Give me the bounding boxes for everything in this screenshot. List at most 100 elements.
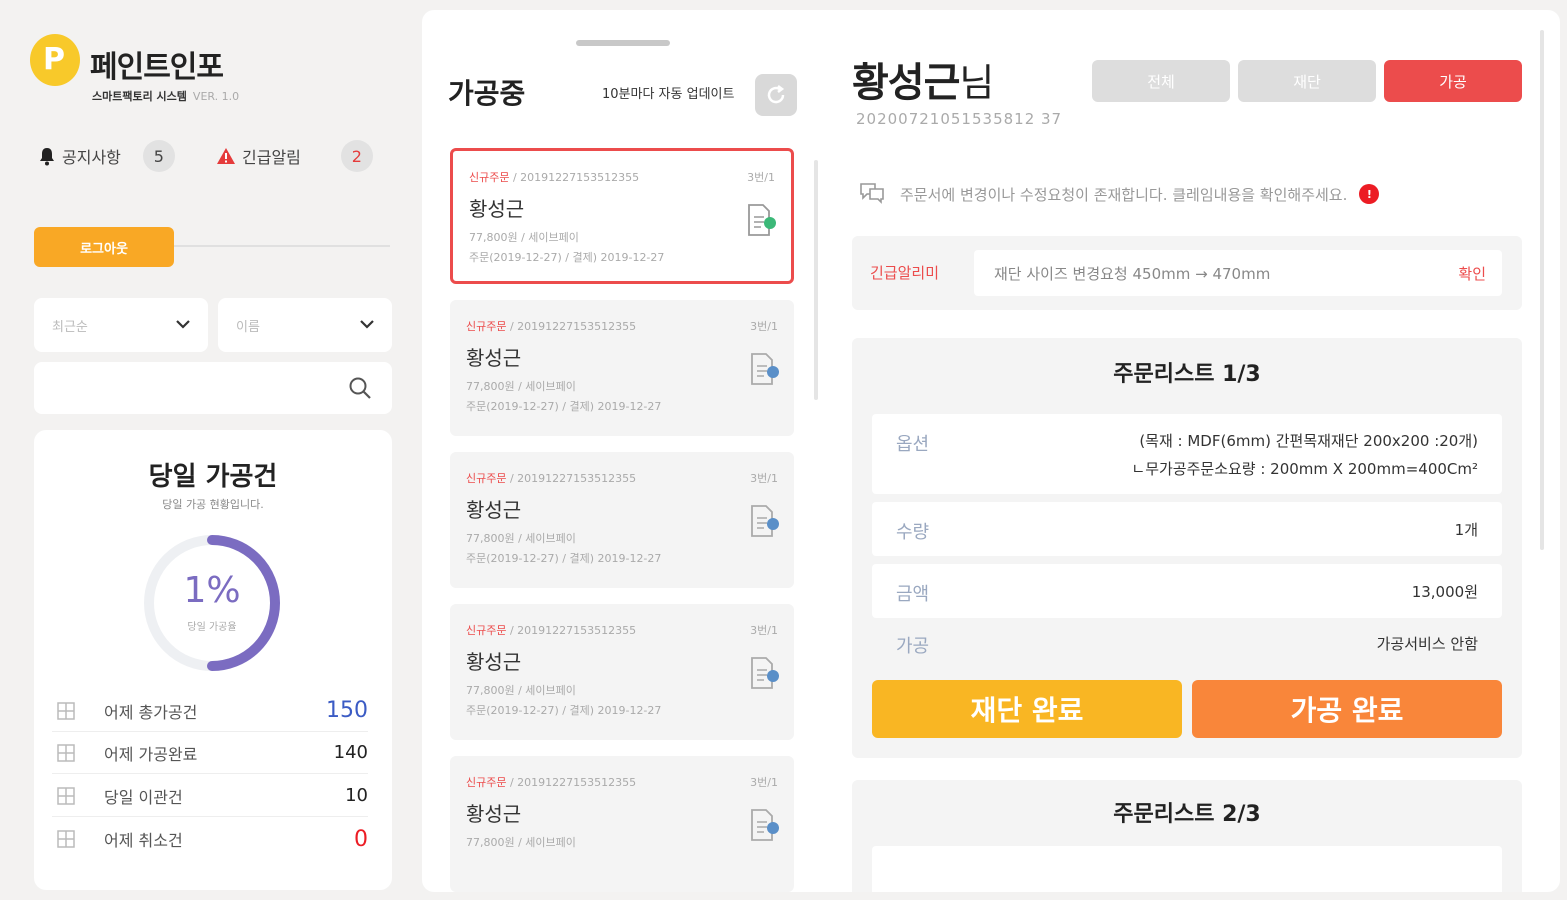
option-line-1: (목재 : MDF(6mm) 간편목재재단 200x200 :20개): [1139, 432, 1478, 450]
auto-update-text: 10분마다 자동 업데이트: [602, 87, 735, 102]
order-tag: 신규주문: [466, 472, 507, 485]
drag-handle[interactable]: [576, 40, 670, 46]
search-icon[interactable]: [348, 376, 372, 404]
tab-all[interactable]: 전체: [1092, 60, 1230, 102]
stat-row-yesterday-cancel: 어제 취소건 0: [52, 818, 368, 860]
stat-value: 10: [345, 785, 368, 806]
tab-cut[interactable]: 재단: [1238, 60, 1376, 102]
daily-subtitle: 당일 가공 현황입니다.: [162, 498, 264, 511]
urgent-notifier-label: 긴급알리미: [870, 264, 940, 282]
order-id: / 20191227153512355: [506, 320, 637, 333]
order-count: 3번/1: [750, 320, 778, 333]
notice-label: 공지사항: [62, 148, 121, 167]
logout-button[interactable]: 로그아웃: [34, 227, 174, 267]
notice-badge: !: [1359, 184, 1380, 204]
notice-alert[interactable]: 공지사항 5: [38, 140, 175, 172]
order-price: 77,800원 / 세이브페이: [469, 231, 579, 244]
brand-subtitle-text: 스마트팩토리 시스템: [92, 90, 187, 103]
order-card[interactable]: 신규주문 / 20191227153512355 3번/1 황성근 77,800…: [450, 756, 794, 892]
brand-logo: P: [30, 34, 80, 86]
stat-label: 당일 이관건: [104, 787, 183, 807]
grid-icon: [52, 743, 80, 763]
grid-icon: [52, 701, 80, 721]
order-id: / 20191227153512355: [506, 472, 637, 485]
order-card[interactable]: 신규주문 / 20191227153512355 3번/1 황성근 77,800…: [450, 300, 794, 436]
order-list-1: 주문리스트 1/3 옵션 (목재 : MDF(6mm) 간편목재재단 200x2…: [852, 338, 1522, 758]
urgent-label: 긴급알림: [242, 148, 301, 167]
document-icon: [748, 504, 780, 542]
sort-select[interactable]: 최근순: [34, 298, 208, 352]
order-count: 3번/1: [747, 171, 775, 184]
sort-select-value: 최근순: [52, 319, 88, 335]
urgent-confirm-button[interactable]: 확인: [1458, 263, 1486, 284]
order-customer: 황성근: [466, 650, 522, 674]
order-card[interactable]: 신규주문 / 20191227153512355 3번/1 황성근 77,800…: [450, 604, 794, 740]
refresh-icon: [764, 83, 788, 107]
detail-row-option: 옵션 (목재 : MDF(6mm) 간편목재재단 200x200 :20개) ㄴ…: [872, 414, 1502, 494]
option-line-2: ㄴ무가공주문소요량 : 200mm X 200mm=400Cm²: [1131, 460, 1478, 478]
order-meta: 신규주문 / 20191227153512355: [469, 169, 639, 185]
tab-process[interactable]: 가공: [1384, 60, 1522, 102]
document-icon: [748, 808, 780, 846]
cut-complete-button[interactable]: 재단 완료: [872, 680, 1182, 738]
urgent-alert[interactable]: 긴급알림 2: [216, 140, 373, 172]
chevron-down-icon: [176, 318, 190, 333]
order-count: 3번/1: [750, 776, 778, 789]
stat-row-yesterday-done: 어제 가공완료 140: [52, 732, 368, 774]
stat-label: 어제 총가공건: [104, 702, 198, 722]
order-card[interactable]: 신규주문 / 20191227153512355 3번/1 황성근 77,800…: [450, 148, 794, 284]
order-customer: 황성근: [469, 197, 525, 221]
order-list-2: 주문리스트 2/3: [852, 780, 1522, 892]
urgent-count-badge: 2: [340, 140, 373, 172]
chevron-down-icon: [360, 318, 374, 333]
detail-scrollbar[interactable]: [1540, 30, 1544, 550]
notice-count-badge: 5: [142, 140, 175, 172]
daily-title: 당일 가공건: [148, 462, 278, 492]
process-complete-button[interactable]: 가공 완료: [1192, 680, 1502, 738]
urgent-message: 재단 사이즈 변경요청 450mm → 470mm: [994, 265, 1271, 283]
order-tag: 신규주문: [466, 776, 507, 789]
detail-row-option: [872, 846, 1502, 892]
order-list-1-title: 주문리스트 1/3: [1113, 362, 1261, 387]
order-tag: 신규주문: [466, 320, 507, 333]
urgent-notifier: 긴급알리미 재단 사이즈 변경요청 450mm → 470mm 확인: [852, 236, 1522, 310]
order-dates: 주문(2019-12-27) / 결제) 2019-12-27: [466, 552, 662, 565]
order-meta: 신규주문 / 20191227153512355: [466, 318, 636, 334]
order-count: 3번/1: [750, 472, 778, 485]
type-select[interactable]: 이름: [218, 298, 392, 352]
donut-caption: 당일 가공율: [187, 622, 237, 633]
order-customer: 황성근: [466, 802, 522, 826]
stat-value: 0: [354, 826, 368, 852]
grid-icon: [52, 829, 80, 849]
divider: [174, 245, 390, 247]
order-card[interactable]: 신규주문 / 20191227153512355 3번/1 황성근 77,800…: [450, 452, 794, 588]
brand-subtitle: 스마트팩토리 시스템 VER. 1.0: [92, 88, 239, 104]
bell-icon: [38, 146, 56, 166]
order-id: / 20191227153512355: [506, 624, 637, 637]
order-id: / 20191227153512355: [509, 171, 640, 184]
order-price: 77,800원 / 세이브페이: [466, 532, 576, 545]
stat-row-today-transfer: 당일 이관건 10: [52, 775, 368, 817]
urgent-message-box: 재단 사이즈 변경요청 450mm → 470mm 확인: [974, 250, 1502, 296]
daily-stats-card: 당일 가공건 당일 가공 현황입니다. 1% 당일 가공율 어제 총가공건 15…: [34, 430, 392, 890]
search-box: [34, 362, 392, 414]
order-dates: 주문(2019-12-27) / 결제) 2019-12-27: [466, 400, 662, 413]
order-count: 3번/1: [750, 624, 778, 637]
order-tag: 신규주문: [466, 624, 507, 637]
search-input[interactable]: [48, 374, 338, 402]
amount-value: 13,000원: [1411, 583, 1478, 601]
document-icon: [748, 656, 780, 694]
change-notice: 주문서에 변경이나 수정요청이 존재합니다. 클레임내용을 확인해주세요. !: [858, 180, 1380, 208]
change-notice-text: 주문서에 변경이나 수정요청이 존재합니다. 클레임내용을 확인해주세요.: [900, 185, 1348, 204]
refresh-button[interactable]: [755, 74, 797, 116]
stat-label: 어제 가공완료: [104, 744, 198, 764]
stat-row-yesterday-total: 어제 총가공건 150: [52, 690, 368, 732]
quantity-key: 수량: [896, 522, 930, 543]
stat-value: 150: [326, 698, 368, 723]
list-scrollbar[interactable]: [814, 160, 818, 400]
stat-label: 어제 취소건: [104, 831, 183, 850]
detail-row-process: 가공 가공서비스 안함: [872, 626, 1502, 680]
donut-percent: 1%: [183, 570, 241, 611]
order-price: 77,800원 / 세이브페이: [466, 380, 576, 393]
type-select-value: 이름: [236, 319, 260, 335]
